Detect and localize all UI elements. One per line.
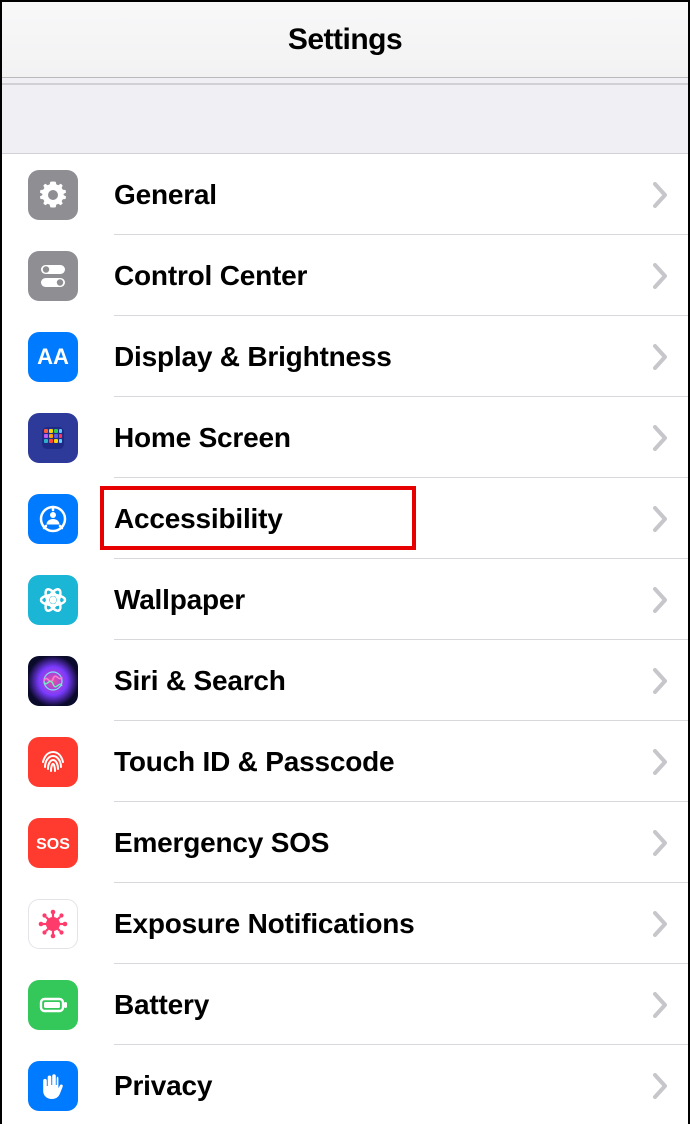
chevron-right-icon: [652, 911, 670, 937]
flower-icon: [28, 575, 78, 625]
settings-row-battery[interactable]: Battery: [2, 964, 688, 1045]
settings-row-homescreen[interactable]: Home Screen: [2, 397, 688, 478]
settings-row-exposure[interactable]: Exposure Notifications: [2, 883, 688, 964]
chevron-right-icon: [652, 425, 670, 451]
covid-icon: [28, 899, 78, 949]
chevron-right-icon: [652, 344, 670, 370]
apps-icon: [28, 413, 78, 463]
chevron-right-icon: [652, 749, 670, 775]
nav-bar: Settings: [2, 2, 688, 78]
settings-row-display[interactable]: Display & Brightness: [2, 316, 688, 397]
chevron-right-icon: [652, 992, 670, 1018]
chevron-right-icon: [652, 668, 670, 694]
chevron-right-icon: [652, 263, 670, 289]
aa-icon: [28, 332, 78, 382]
settings-row-label: Privacy: [114, 1070, 212, 1102]
sos-text-icon: [28, 818, 78, 868]
settings-row-touchid[interactable]: Touch ID & Passcode: [2, 721, 688, 802]
page-title: Settings: [288, 23, 402, 57]
chevron-right-icon: [652, 182, 670, 208]
settings-row-privacy[interactable]: Privacy: [2, 1045, 688, 1126]
settings-row-label: Control Center: [114, 260, 307, 292]
fingerprint-icon: [28, 737, 78, 787]
chevron-right-icon: [652, 830, 670, 856]
toggles-icon: [28, 251, 78, 301]
settings-row-accessibility[interactable]: Accessibility: [2, 478, 688, 559]
settings-row-label: Home Screen: [114, 422, 291, 454]
settings-row-label: Accessibility: [114, 503, 283, 535]
settings-row-label: Display & Brightness: [114, 341, 392, 373]
settings-row-siri[interactable]: Siri & Search: [2, 640, 688, 721]
battery-icon: [28, 980, 78, 1030]
chevron-right-icon: [652, 1073, 670, 1099]
settings-row-label: Touch ID & Passcode: [114, 746, 394, 778]
settings-row-label: Battery: [114, 989, 209, 1021]
gear-icon: [28, 170, 78, 220]
chevron-right-icon: [652, 587, 670, 613]
settings-row-sos[interactable]: Emergency SOS: [2, 802, 688, 883]
settings-row-label: Siri & Search: [114, 665, 286, 697]
siri-icon: [28, 656, 78, 706]
settings-row-controlcenter[interactable]: Control Center: [2, 235, 688, 316]
settings-list: General Control Center Display & Brightnes…: [2, 154, 688, 1126]
chevron-right-icon: [652, 506, 670, 532]
section-gap: [2, 84, 688, 154]
settings-row-general[interactable]: General: [2, 154, 688, 235]
hand-icon: [28, 1061, 78, 1111]
person-circle-icon: [28, 494, 78, 544]
settings-row-label: Wallpaper: [114, 584, 245, 616]
settings-row-label: General: [114, 179, 217, 211]
settings-row-wallpaper[interactable]: Wallpaper: [2, 559, 688, 640]
settings-row-label: Emergency SOS: [114, 827, 329, 859]
settings-row-label: Exposure Notifications: [114, 908, 415, 940]
